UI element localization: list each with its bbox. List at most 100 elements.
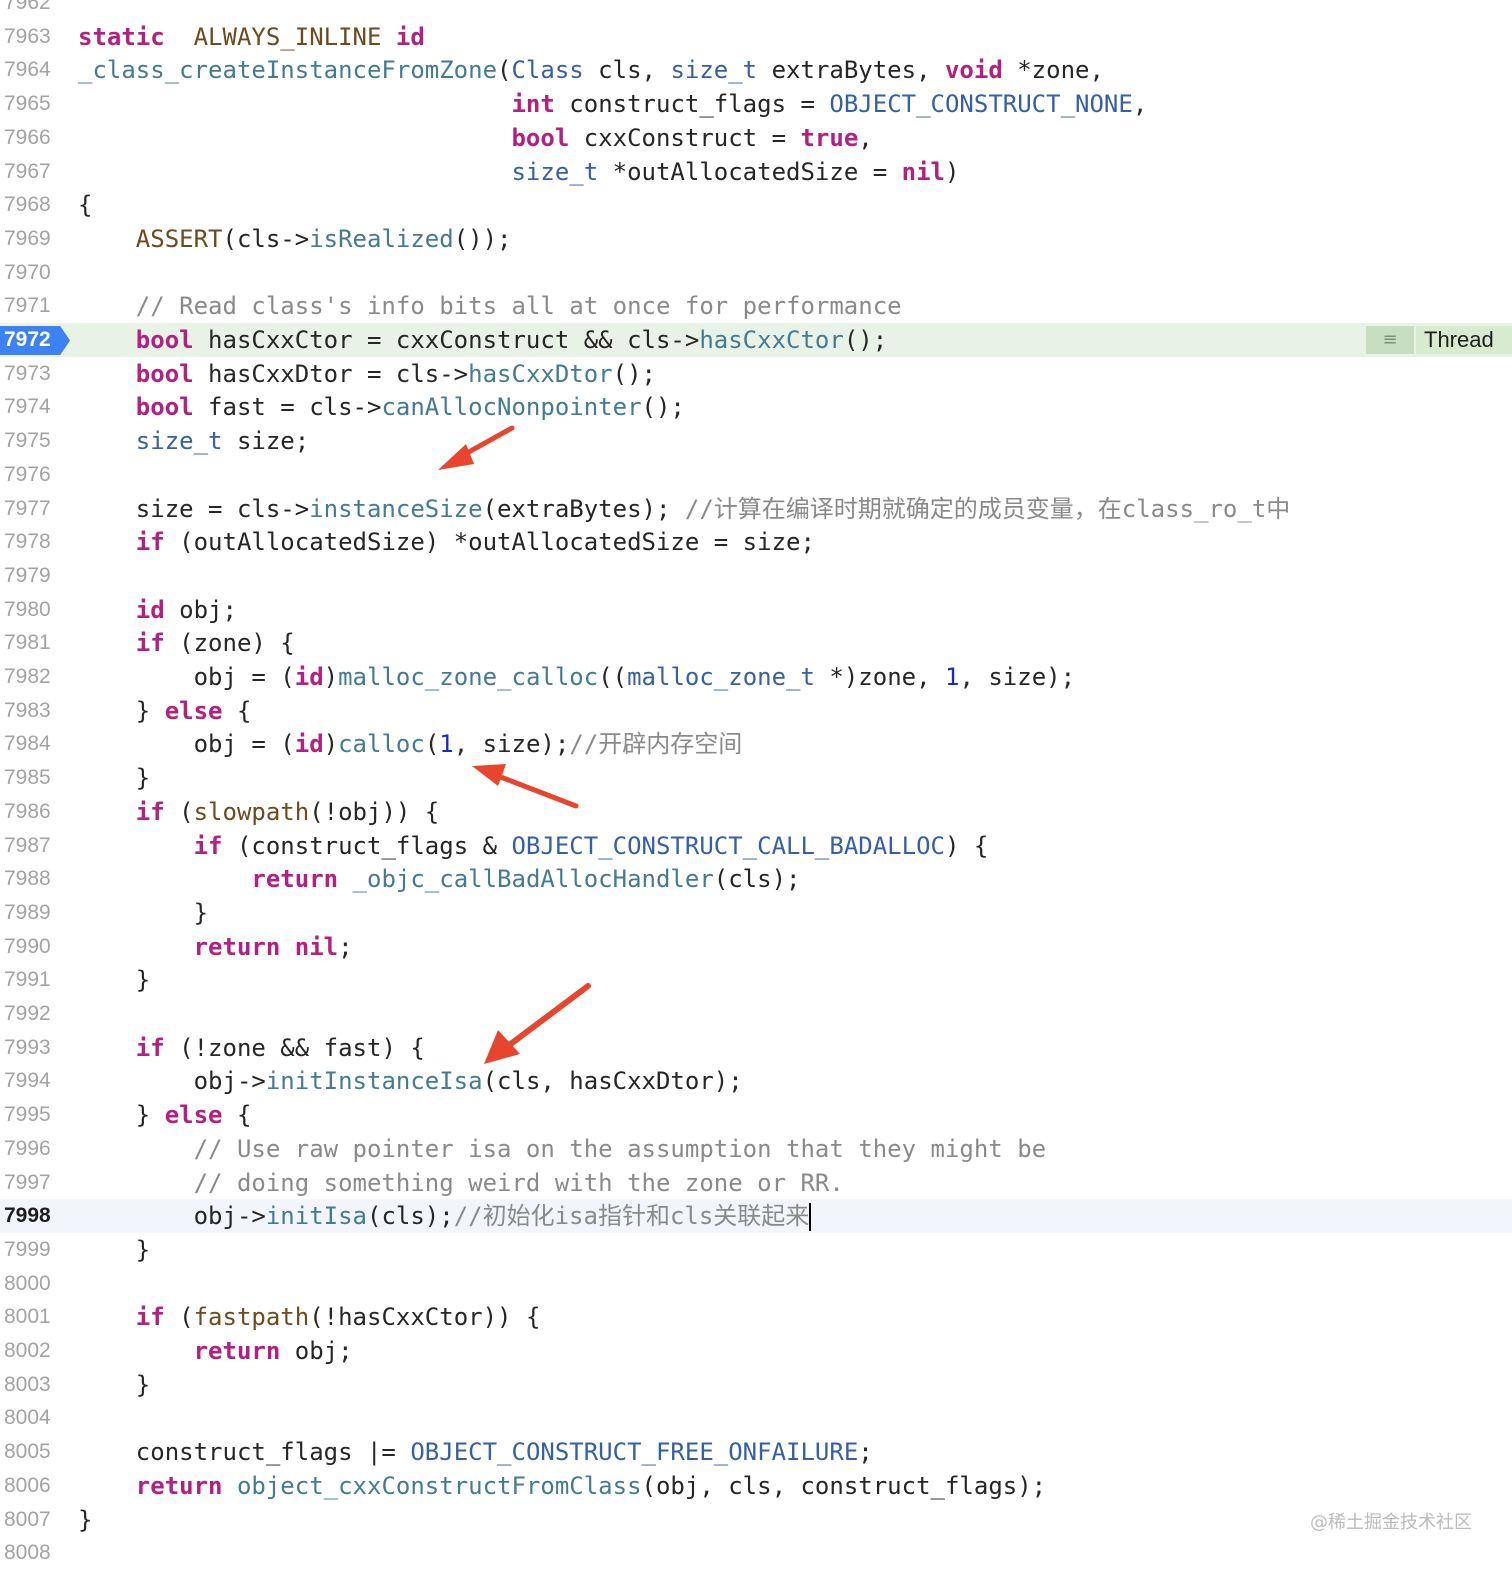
- code-text[interactable]: return object_cxxConstructFromClass(obj,…: [78, 1469, 1046, 1503]
- code-text[interactable]: return obj;: [78, 1334, 353, 1368]
- code-text[interactable]: int construct_flags = OBJECT_CONSTRUCT_N…: [78, 87, 1147, 121]
- line-number[interactable]: 8000: [4, 1267, 60, 1301]
- line-number[interactable]: 7972: [4, 323, 60, 357]
- line-number[interactable]: 7968: [4, 188, 60, 222]
- code-line[interactable]: 7985 }: [0, 761, 1512, 795]
- code-line[interactable]: 8002 return obj;: [0, 1334, 1512, 1368]
- code-text[interactable]: obj->initInstanceIsa(cls, hasCxxDtor);: [78, 1064, 743, 1098]
- line-number[interactable]: 7991: [4, 963, 60, 997]
- line-number[interactable]: 7987: [4, 829, 60, 863]
- code-line[interactable]: 8000: [0, 1267, 1512, 1301]
- line-number[interactable]: 7981: [4, 626, 60, 660]
- line-number[interactable]: 7969: [4, 222, 60, 256]
- code-text[interactable]: construct_flags |= OBJECT_CONSTRUCT_FREE…: [78, 1435, 873, 1469]
- code-text[interactable]: {: [78, 188, 92, 222]
- line-number[interactable]: 7963: [4, 20, 60, 54]
- line-number[interactable]: 7970: [4, 256, 60, 290]
- code-line[interactable]: 7994 obj->initInstanceIsa(cls, hasCxxDto…: [0, 1064, 1512, 1098]
- code-line[interactable]: 7995 } else {: [0, 1098, 1512, 1132]
- code-line[interactable]: 7978 if (outAllocatedSize) *outAllocated…: [0, 525, 1512, 559]
- code-text[interactable]: obj = (id)calloc(1, size);//开辟内存空间: [78, 727, 743, 761]
- code-text[interactable]: size_t *outAllocatedSize = nil): [78, 155, 959, 189]
- line-number[interactable]: 7977: [4, 492, 60, 526]
- code-line[interactable]: 7977 size = cls->instanceSize(extraBytes…: [0, 492, 1512, 526]
- code-text[interactable]: size_t size;: [78, 424, 309, 458]
- code-text[interactable]: bool cxxConstruct = true,: [78, 121, 872, 155]
- line-number[interactable]: 8004: [4, 1401, 60, 1435]
- code-line[interactable]: 7965 int construct_flags = OBJECT_CONSTR…: [0, 87, 1512, 121]
- code-line[interactable]: 7969 ASSERT(cls->isRealized());: [0, 222, 1512, 256]
- line-number[interactable]: 7974: [4, 390, 60, 424]
- code-text[interactable]: id obj;: [78, 593, 237, 627]
- line-number[interactable]: 8001: [4, 1300, 60, 1334]
- line-number[interactable]: 7990: [4, 930, 60, 964]
- line-number[interactable]: 7973: [4, 357, 60, 391]
- code-line[interactable]: 8008: [0, 1536, 1512, 1570]
- code-text[interactable]: if (construct_flags & OBJECT_CONSTRUCT_C…: [78, 829, 989, 863]
- line-number[interactable]: 7964: [4, 53, 60, 87]
- code-line[interactable]: 7987 if (construct_flags & OBJECT_CONSTR…: [0, 829, 1512, 863]
- code-text[interactable]: bool hasCxxCtor = cxxConstruct && cls->h…: [78, 323, 887, 357]
- line-number[interactable]: 7978: [4, 525, 60, 559]
- code-text[interactable]: ASSERT(cls->isRealized());: [78, 222, 512, 256]
- code-line[interactable]: 7962: [0, 0, 1512, 20]
- code-text[interactable]: } else {: [78, 694, 252, 728]
- line-number[interactable]: 7993: [4, 1031, 60, 1065]
- code-text[interactable]: return nil;: [78, 930, 353, 964]
- line-number[interactable]: 7976: [4, 458, 60, 492]
- code-text[interactable]: }: [78, 963, 150, 997]
- code-text[interactable]: obj->initIsa(cls);//初始化isa指针和cls关联起来: [78, 1199, 812, 1233]
- code-line[interactable]: 7980 id obj;: [0, 593, 1512, 627]
- list-icon[interactable]: ≡: [1366, 326, 1414, 354]
- line-number[interactable]: 7988: [4, 862, 60, 896]
- code-line[interactable]: 7993 if (!zone && fast) {: [0, 1031, 1512, 1065]
- line-number[interactable]: 8005: [4, 1435, 60, 1469]
- code-line[interactable]: 7999 }: [0, 1233, 1512, 1267]
- code-line[interactable]: 7989 }: [0, 896, 1512, 930]
- code-text[interactable]: } else {: [78, 1098, 252, 1132]
- line-number[interactable]: 7997: [4, 1166, 60, 1200]
- code-line[interactable]: 7970: [0, 256, 1512, 290]
- line-number[interactable]: 7962: [4, 0, 60, 20]
- line-number[interactable]: 7989: [4, 896, 60, 930]
- line-number[interactable]: 7983: [4, 694, 60, 728]
- code-line[interactable]: 7982 obj = (id)malloc_zone_calloc((mallo…: [0, 660, 1512, 694]
- line-number[interactable]: 8008: [4, 1536, 60, 1570]
- code-line[interactable]: 7984 obj = (id)calloc(1, size);//开辟内存空间: [0, 727, 1512, 761]
- code-text[interactable]: if (!zone && fast) {: [78, 1031, 425, 1065]
- code-line[interactable]: 7963 static ALWAYS_INLINE id: [0, 20, 1512, 54]
- code-line[interactable]: 7979: [0, 559, 1512, 593]
- line-number[interactable]: 7996: [4, 1132, 60, 1166]
- line-number[interactable]: 7980: [4, 593, 60, 627]
- line-number[interactable]: 7998: [4, 1199, 60, 1233]
- code-line[interactable]: 7997 // doing something weird with the z…: [0, 1166, 1512, 1200]
- code-line[interactable]: 8006 return object_cxxConstructFromClass…: [0, 1469, 1512, 1503]
- code-line[interactable]: 7990 return nil;: [0, 930, 1512, 964]
- code-text[interactable]: }: [78, 1368, 150, 1402]
- code-line[interactable]: 7967 size_t *outAllocatedSize = nil): [0, 155, 1512, 189]
- code-line[interactable]: 7983 } else {: [0, 694, 1512, 728]
- code-line[interactable]: 8005 construct_flags |= OBJECT_CONSTRUCT…: [0, 1435, 1512, 1469]
- code-line[interactable]: 8007}: [0, 1503, 1512, 1537]
- line-number[interactable]: 8002: [4, 1334, 60, 1368]
- code-line[interactable]: 7991 }: [0, 963, 1512, 997]
- code-text[interactable]: return _objc_callBadAllocHandler(cls);: [78, 862, 800, 896]
- line-number[interactable]: 8003: [4, 1368, 60, 1402]
- code-text[interactable]: }: [78, 1233, 150, 1267]
- code-text[interactable]: }: [78, 761, 150, 795]
- code-text[interactable]: // Read class's info bits all at once fo…: [78, 289, 902, 323]
- line-number[interactable]: 7985: [4, 761, 60, 795]
- thread-indicator[interactable]: Thread: [1416, 326, 1512, 354]
- line-number[interactable]: 7971: [4, 289, 60, 323]
- code-text[interactable]: bool fast = cls->canAllocNonpointer();: [78, 390, 685, 424]
- line-number[interactable]: 8007: [4, 1503, 60, 1537]
- code-line[interactable]: 8003 }: [0, 1368, 1512, 1402]
- line-number[interactable]: 7999: [4, 1233, 60, 1267]
- code-text[interactable]: if (fastpath(!hasCxxCtor)) {: [78, 1300, 541, 1334]
- code-text[interactable]: if (outAllocatedSize) *outAllocatedSize …: [78, 525, 815, 559]
- code-text[interactable]: static ALWAYS_INLINE id: [78, 20, 425, 54]
- code-text[interactable]: // Use raw pointer isa on the assumption…: [78, 1132, 1047, 1166]
- code-line[interactable]: 8004: [0, 1401, 1512, 1435]
- line-number[interactable]: 7984: [4, 727, 60, 761]
- code-text[interactable]: // doing something weird with the zone o…: [78, 1166, 844, 1200]
